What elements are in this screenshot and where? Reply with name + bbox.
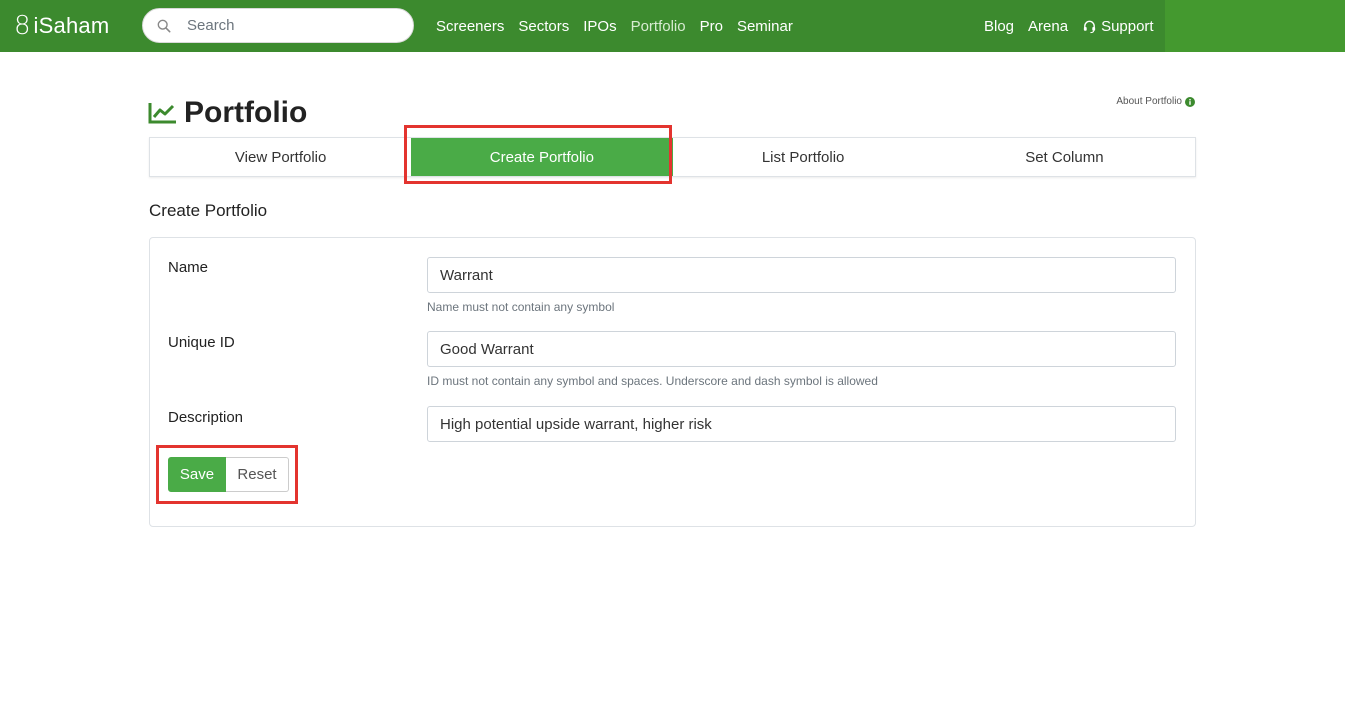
tab-set-column[interactable]: Set Column (934, 138, 1195, 176)
search-icon (157, 19, 171, 32)
save-button[interactable]: Save (168, 457, 226, 492)
headset-icon (1083, 20, 1096, 33)
unique-id-field[interactable] (427, 331, 1176, 367)
nav-pro[interactable]: Pro (700, 18, 723, 35)
page-title: Portfolio (148, 96, 307, 130)
top-navbar: 8 iSaham Screeners Sectors IPOs Portfoli… (0, 0, 1345, 52)
brand-icon: 8 (14, 11, 31, 41)
tab-list-portfolio[interactable]: List Portfolio (673, 138, 934, 176)
nav-seminar[interactable]: Seminar (737, 18, 793, 35)
nav-portfolio[interactable]: Portfolio (631, 18, 686, 35)
nav-blog[interactable]: Blog (984, 18, 1014, 35)
chart-line-icon (148, 103, 176, 124)
right-nav: Blog Arena Support (984, 0, 1154, 52)
nav-ipos[interactable]: IPOs (583, 18, 616, 35)
about-label: About Portfolio (1116, 96, 1182, 107)
form-button-group: Save Reset (168, 457, 289, 492)
name-help: Name must not contain any symbol (427, 300, 615, 314)
navbar-shade (1165, 0, 1345, 52)
name-field[interactable] (427, 257, 1176, 293)
tab-create-portfolio[interactable]: Create Portfolio (411, 138, 673, 176)
main-nav: Screeners Sectors IPOs Portfolio Pro Sem… (436, 0, 793, 52)
nav-arena[interactable]: Arena (1028, 18, 1068, 35)
portfolio-tabs: View Portfolio Create Portfolio List Por… (149, 137, 1196, 177)
search-input[interactable] (187, 17, 387, 34)
name-label: Name (168, 259, 209, 276)
reset-button[interactable]: Reset (226, 457, 289, 492)
tab-view-portfolio[interactable]: View Portfolio (150, 138, 411, 176)
nav-screeners[interactable]: Screeners (436, 18, 504, 35)
brand-logo[interactable]: 8 iSaham (14, 10, 109, 42)
unique-id-label: Unique ID (168, 334, 235, 351)
section-title: Create Portfolio (149, 201, 268, 220)
description-label: Description (168, 409, 244, 426)
page-title-text: Portfolio (184, 96, 308, 129)
nav-support[interactable]: Support (1082, 18, 1154, 35)
nav-sectors[interactable]: Sectors (518, 18, 569, 35)
description-field[interactable] (427, 406, 1176, 442)
about-portfolio-link[interactable]: About Portfolio (1116, 96, 1195, 107)
support-label: Support (1101, 17, 1154, 35)
brand-name: iSaham (33, 13, 110, 38)
search-box[interactable] (142, 8, 414, 43)
unique-id-help: ID must not contain any symbol and space… (427, 374, 878, 388)
info-icon (1185, 96, 1195, 107)
